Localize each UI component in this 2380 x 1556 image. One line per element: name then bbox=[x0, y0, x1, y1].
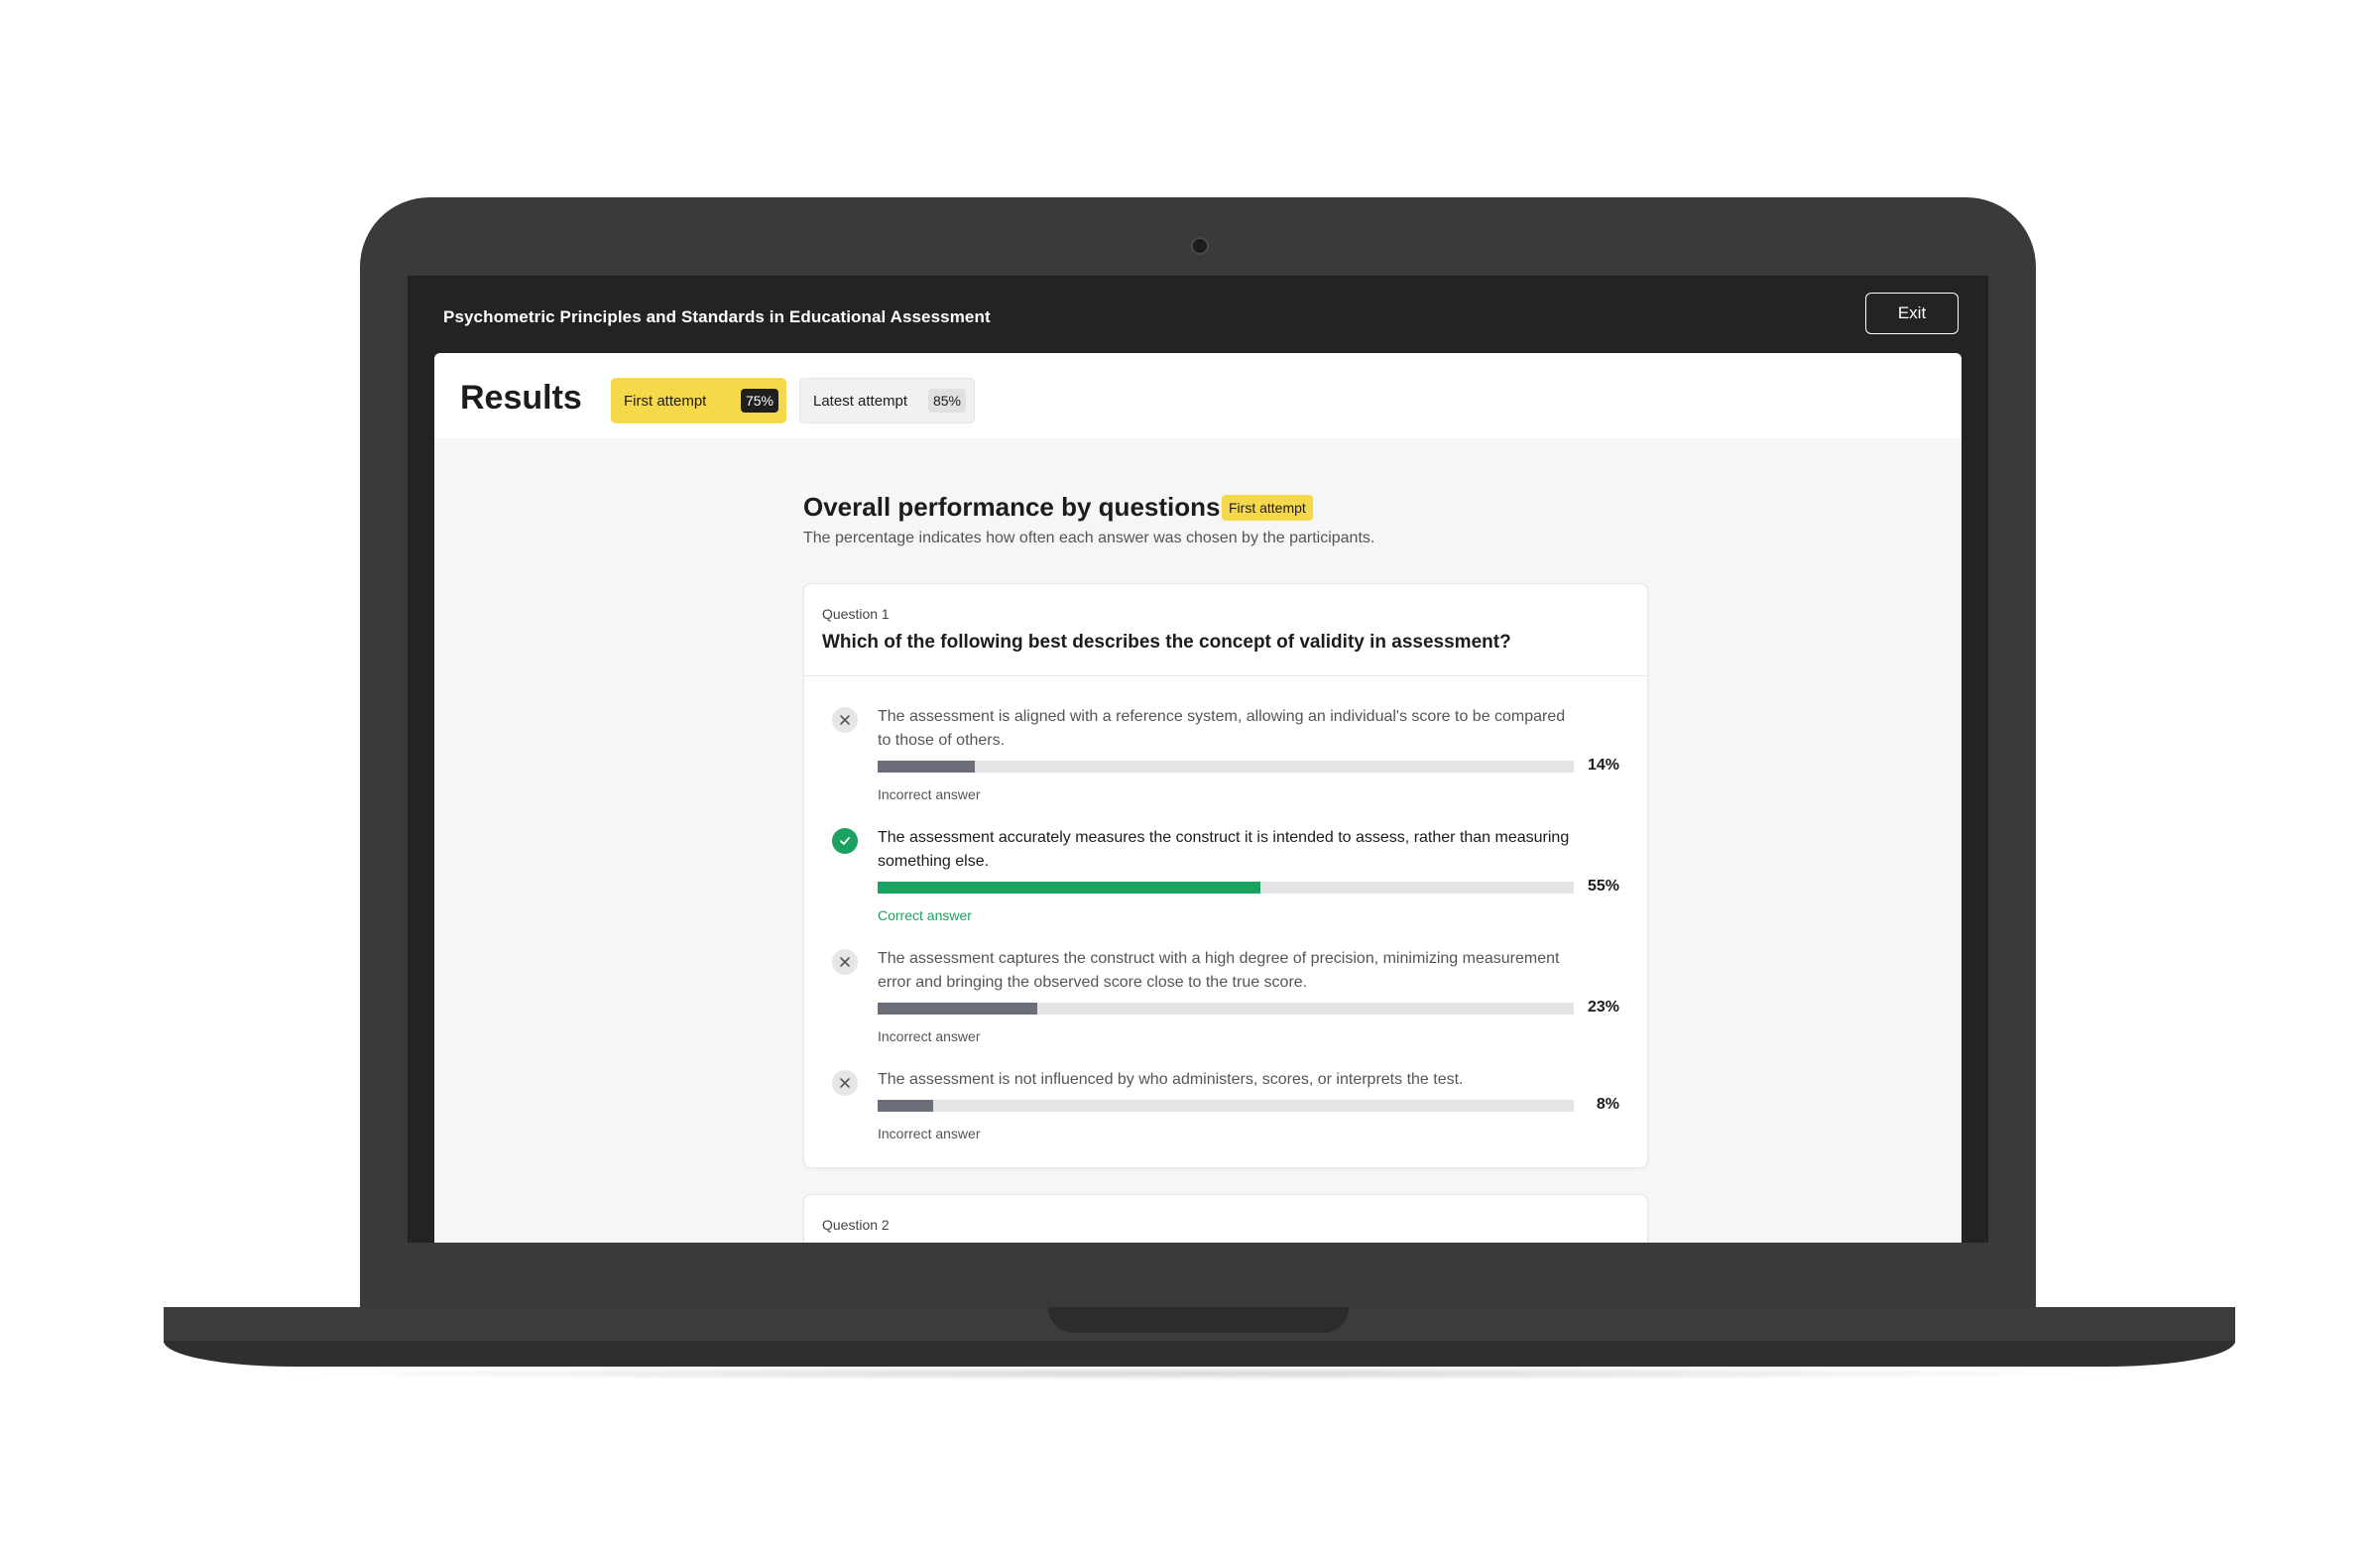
answer-status: Incorrect answer bbox=[878, 786, 981, 802]
question-number: Question 1 bbox=[822, 606, 890, 622]
answer-percentage: 14% bbox=[1587, 757, 1619, 774]
check-icon bbox=[832, 828, 858, 854]
question-number: Question 2 bbox=[822, 1217, 890, 1233]
tab-first-attempt-score: 75% bbox=[740, 389, 778, 413]
question-card: Question 2 bbox=[803, 1194, 1648, 1243]
answer-bar bbox=[878, 761, 1574, 773]
laptop-screen: Psychometric Principles and Standards in… bbox=[408, 276, 1988, 1243]
webcam bbox=[1191, 237, 1209, 255]
answer-status: Correct answer bbox=[878, 907, 972, 923]
question-text: Which of the following best describes th… bbox=[822, 632, 1511, 653]
x-icon bbox=[832, 707, 858, 733]
answer-status: Incorrect answer bbox=[878, 1126, 981, 1141]
laptop-notch bbox=[1048, 1307, 1349, 1333]
answer-text: The assessment captures the construct wi… bbox=[878, 950, 1560, 991]
answer-bar bbox=[878, 882, 1574, 894]
x-icon bbox=[832, 949, 858, 975]
x-icon bbox=[832, 1070, 858, 1096]
answer-bar-fill bbox=[878, 1100, 934, 1112]
results-panel: Results First attempt 75% Latest attempt… bbox=[434, 353, 1962, 1243]
tab-latest-attempt[interactable]: Latest attempt 85% bbox=[799, 378, 975, 423]
answer-percentage: 23% bbox=[1587, 999, 1619, 1016]
answer-text: The assessment is aligned with a referen… bbox=[878, 708, 1566, 749]
page-title: Results bbox=[460, 379, 582, 417]
exit-button[interactable]: Exit bbox=[1865, 293, 1959, 334]
answer-percentage: 55% bbox=[1587, 878, 1619, 895]
laptop-shadow bbox=[258, 1367, 2142, 1380]
question-header: Question 1 Which of the following best d… bbox=[804, 584, 1647, 676]
answer-percentage: 8% bbox=[1596, 1096, 1619, 1113]
answer-text: The assessment accurately measures the c… bbox=[878, 829, 1570, 870]
answer-bar-fill bbox=[878, 882, 1261, 894]
tab-latest-attempt-label: Latest attempt bbox=[813, 392, 908, 410]
tab-first-attempt[interactable]: First attempt 75% bbox=[611, 378, 786, 423]
section-title: Overall performance by questions bbox=[803, 492, 1221, 522]
attempt-badge: First attempt bbox=[1222, 495, 1313, 521]
results-header: Results First attempt 75% Latest attempt… bbox=[434, 353, 1962, 438]
laptop-base-edge bbox=[164, 1341, 2235, 1367]
answer-bar bbox=[878, 1003, 1574, 1015]
tab-latest-attempt-score: 85% bbox=[927, 389, 966, 413]
answer-bar-fill bbox=[878, 1003, 1038, 1015]
tab-first-attempt-label: First attempt bbox=[624, 392, 707, 410]
answer-text: The assessment is not influenced by who … bbox=[878, 1071, 1464, 1088]
section-subtitle: The percentage indicates how often each … bbox=[803, 530, 1375, 546]
answer-status: Incorrect answer bbox=[878, 1028, 981, 1044]
question-card: Question 1 Which of the following best d… bbox=[803, 583, 1648, 1168]
course-title: Psychometric Principles and Standards in… bbox=[443, 307, 991, 326]
answer-bar bbox=[878, 1100, 1574, 1112]
answer-bar-fill bbox=[878, 761, 976, 773]
